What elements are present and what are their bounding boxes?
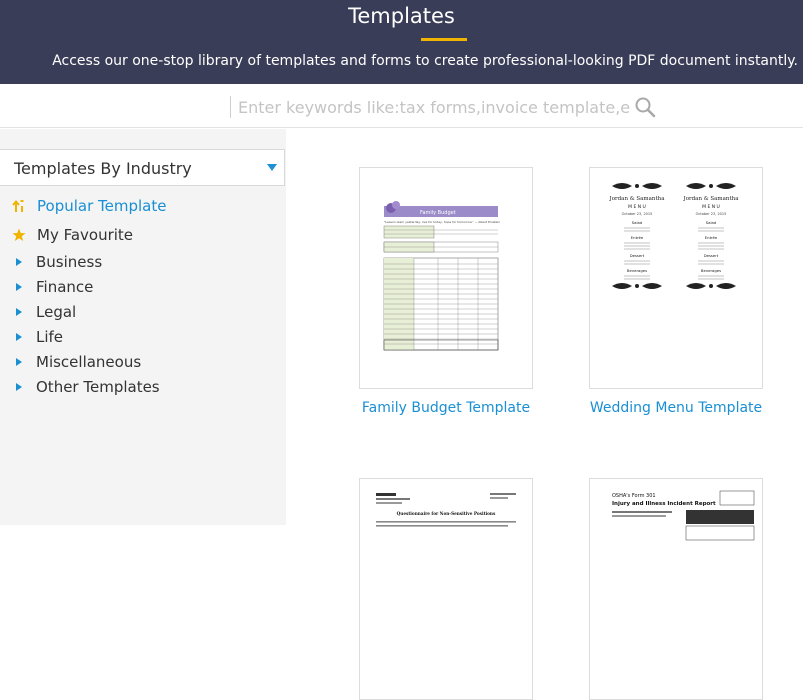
thumb-heading: Questionnaire for Non-Sensitive Position… <box>397 511 496 516</box>
thumb-date: October 23, 2015 <box>696 212 727 216</box>
sidebar: Templates By Industry Popular Template M… <box>0 129 286 525</box>
sidebar-item-finance[interactable]: Finance <box>12 276 93 298</box>
dropdown-label: Templates By Industry <box>14 159 192 178</box>
title-underline <box>421 38 467 41</box>
thumb-quote: "Lesson learn yesterday, live for today,… <box>384 220 500 224</box>
search-icon[interactable] <box>634 96 656 118</box>
sidebar-item-label: My Favourite <box>37 226 134 244</box>
triangle-right-icon <box>16 383 22 391</box>
triangle-right-icon <box>16 283 22 291</box>
search-input[interactable] <box>238 93 630 121</box>
osha-thumbnail: OSHA's Form 301 Injury and Illness Incid… <box>612 490 755 541</box>
svg-text:Dessert: Dessert <box>630 253 645 258</box>
industry-dropdown[interactable]: Templates By Industry <box>0 149 285 186</box>
page-subtitle: Access our one-stop library of templates… <box>52 53 798 69</box>
template-card-family-budget[interactable]: Family Budget "Lesson learn yesterday, l… <box>359 167 533 389</box>
page-title: Templates <box>348 4 455 28</box>
triangle-right-icon <box>16 333 22 341</box>
template-card-questionnaire[interactable]: Questionnaire for Non-Sensitive Position… <box>359 478 533 700</box>
sidebar-item-legal[interactable]: Legal <box>12 301 76 323</box>
sidebar-item-my-favourite[interactable]: My Favourite <box>12 224 133 246</box>
sidebar-item-popular-template[interactable]: Popular Template <box>12 195 166 217</box>
sidebar-item-miscellaneous[interactable]: Miscellaneous <box>12 351 141 373</box>
svg-text:Salad: Salad <box>706 220 717 225</box>
triangle-right-icon <box>16 308 22 316</box>
template-card-osha-301[interactable]: OSHA's Form 301 Injury and Illness Incid… <box>589 478 763 700</box>
template-grid: Family Budget "Lesson learn yesterday, l… <box>286 129 803 700</box>
caret-down-icon[interactable] <box>267 164 277 171</box>
search-bar <box>0 84 803 128</box>
questionnaire-thumbnail: Questionnaire for Non-Sensitive Position… <box>376 493 516 527</box>
star-icon <box>12 228 26 241</box>
sidebar-item-label: Life <box>36 328 64 346</box>
svg-text:Salad: Salad <box>632 220 643 225</box>
sidebar-item-label: Other Templates <box>36 378 160 396</box>
sidebar-item-label: Finance <box>36 278 94 296</box>
wedding-menu-thumbnail: Jordan & Samantha Jordan & Samantha M E … <box>609 183 740 289</box>
sidebar-item-label: Popular Template <box>37 197 167 215</box>
template-title-wedding-menu[interactable]: Wedding Menu Template <box>566 400 786 416</box>
thumb-date: October 23, 2015 <box>622 212 653 216</box>
family-budget-thumbnail: Family Budget "Lesson learn yesterday, l… <box>383 201 500 351</box>
sidebar-item-life[interactable]: Life <box>12 326 63 348</box>
triangle-right-icon <box>16 358 22 366</box>
thumb-names: Jordan & Samantha <box>683 196 740 202</box>
popular-sort-icon <box>12 199 24 212</box>
svg-text:Dessert: Dessert <box>704 253 719 258</box>
svg-text:Beverages: Beverages <box>701 268 721 273</box>
thumb-header: Family Budget <box>420 210 456 216</box>
sidebar-item-business[interactable]: Business <box>12 251 102 273</box>
svg-text:Beverages: Beverages <box>627 268 647 273</box>
sidebar-item-other-templates[interactable]: Other Templates <box>12 376 160 398</box>
search-divider <box>230 96 231 118</box>
thumb-subheading: Injury and Illness Incident Report <box>612 501 716 507</box>
thumb-menu: M E N U <box>702 204 720 210</box>
svg-text:Entrée: Entrée <box>631 235 644 240</box>
thumb-names: Jordan & Samantha <box>609 196 666 202</box>
thumb-heading: OSHA's Form 301 <box>612 493 656 499</box>
sidebar-item-label: Legal <box>36 303 77 321</box>
template-card-wedding-menu[interactable]: Jordan & Samantha Jordan & Samantha M E … <box>589 167 763 389</box>
sidebar-item-label: Business <box>36 253 103 271</box>
thumb-menu: M E N U <box>628 204 646 210</box>
svg-text:Entrée: Entrée <box>705 235 718 240</box>
page-header: Templates Access our one-stop library of… <box>0 0 803 84</box>
triangle-right-icon <box>16 258 22 266</box>
template-title-family-budget[interactable]: Family Budget Template <box>336 400 556 416</box>
sidebar-item-label: Miscellaneous <box>36 353 142 371</box>
